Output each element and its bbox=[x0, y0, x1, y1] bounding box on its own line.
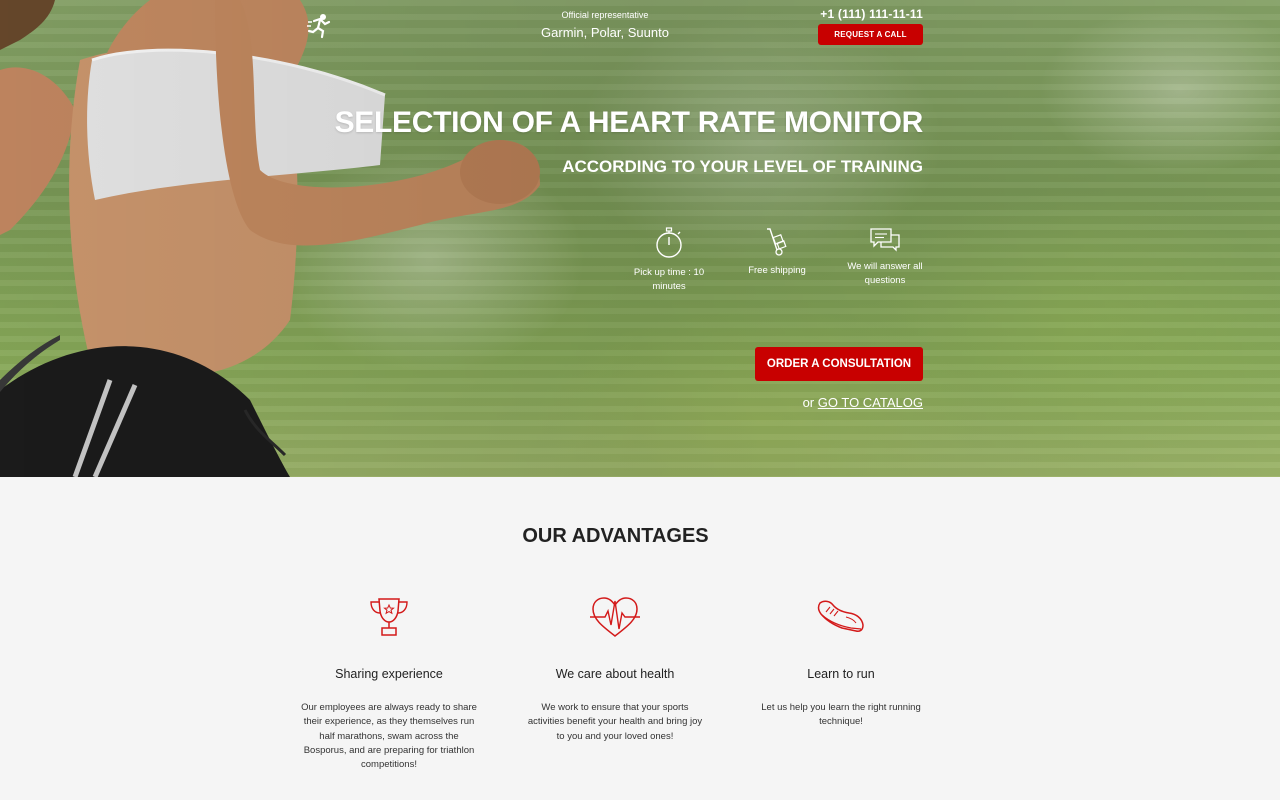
representative-label: Official representative bbox=[561, 10, 649, 20]
heart-pulse-icon bbox=[590, 597, 640, 637]
official-representative: Official representative Garmin, Polar, S… bbox=[520, 10, 690, 40]
advantages-section: OUR ADVANTAGES Sharing experience Our em… bbox=[0, 477, 1280, 800]
chat-bubbles-icon bbox=[870, 228, 900, 252]
advantage-text: We work to ensure that your sports activ… bbox=[527, 702, 703, 742]
trophy-icon bbox=[370, 598, 408, 636]
stopwatch-icon bbox=[656, 227, 682, 258]
advantage-text: Let us help you learn the right running … bbox=[761, 702, 921, 728]
advantage-title: Learn to run bbox=[807, 667, 875, 681]
feature-label: Free shipping bbox=[748, 265, 806, 276]
catalog-link-wrapper: or Go to catalog bbox=[803, 395, 923, 410]
brands-text: Garmin, Polar, Suunto bbox=[541, 25, 669, 40]
advantage-card-health: We care about health We work to ensure t… bbox=[525, 595, 705, 744]
advantage-text: Our employees are always ready to share … bbox=[301, 702, 477, 771]
go-to-catalog-link[interactable]: Go to catalog bbox=[818, 395, 923, 410]
hero-title: SELECTION OF A HEART RATE MONITOR bbox=[334, 106, 924, 139]
running-shoe-icon bbox=[817, 600, 864, 632]
advantage-title: Sharing experience bbox=[335, 667, 443, 681]
request-call-button[interactable]: Request a call bbox=[818, 24, 923, 45]
hero-section: Official representative Garmin, Polar, S… bbox=[0, 0, 1280, 477]
feature-answer-questions: We will answer all questions bbox=[839, 226, 931, 288]
feature-free-shipping: Free shipping bbox=[731, 226, 823, 278]
advantage-card-running: Learn to run Let us help you learn the r… bbox=[751, 595, 931, 730]
phone-number[interactable]: +1 (111) 111-11-11 bbox=[820, 7, 923, 21]
hero-subtitle: ACCORDING TO YOUR LEVEL OF TRAINING bbox=[562, 157, 923, 176]
advantage-title: We care about health bbox=[555, 667, 675, 681]
advantages-title: OUR ADVANTAGES bbox=[522, 525, 709, 547]
feature-label: Pick up time : 10 minutes bbox=[633, 267, 705, 292]
feature-label: We will answer all questions bbox=[847, 261, 923, 286]
hand-truck-icon bbox=[767, 228, 787, 256]
runner-logo-icon[interactable] bbox=[306, 12, 334, 40]
feature-pickup-time: Pick up time : 10 minutes bbox=[623, 226, 715, 294]
advantage-card-experience: Sharing experience Our employees are alw… bbox=[299, 595, 479, 772]
order-consultation-button[interactable]: Order a consultation bbox=[755, 347, 923, 381]
or-text: or bbox=[802, 395, 815, 410]
